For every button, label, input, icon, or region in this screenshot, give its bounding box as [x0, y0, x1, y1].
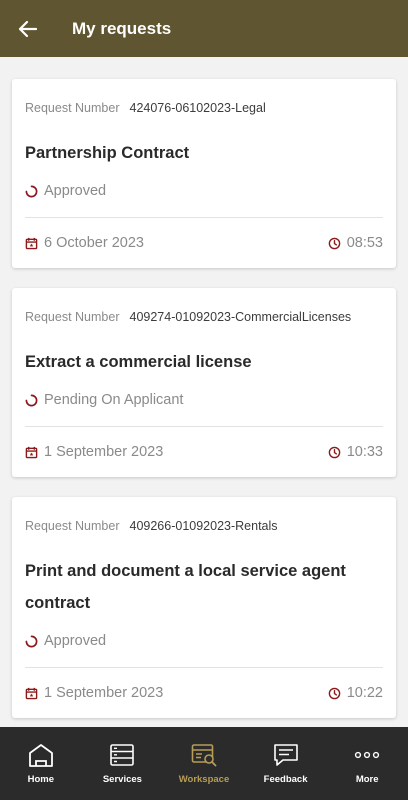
request-date: 6 October 2023	[25, 235, 144, 251]
request-title: Print and document a local service agent…	[25, 562, 346, 612]
services-icon	[110, 744, 135, 766]
app-bar: My requests	[0, 0, 408, 57]
workspace-icon	[191, 744, 217, 767]
status-spinner-icon	[25, 394, 38, 406]
request-title: Partnership Contract	[25, 144, 190, 162]
request-number: 424076-06102023-Legal	[129, 101, 266, 115]
clock-icon	[328, 446, 341, 458]
request-date: 1 September 2023	[25, 685, 163, 701]
request-status: Approved	[25, 173, 383, 209]
time-text: 10:22	[346, 685, 383, 701]
nav-label: Services	[102, 774, 142, 785]
feedback-icon	[273, 744, 298, 766]
request-number: 409266-01092023-Rentals	[129, 519, 278, 533]
request-time: 10:22	[328, 685, 383, 701]
nav-label: More	[355, 774, 379, 785]
nav-label: Feedback	[263, 774, 308, 785]
clock-icon	[328, 237, 341, 249]
request-number-label: Request Number	[25, 310, 120, 324]
calendar-icon	[25, 687, 38, 699]
status-text: Pending On Applicant	[44, 392, 184, 408]
request-number: 409274-01092023-CommercialLicenses	[129, 310, 352, 324]
nav-more[interactable]: More	[326, 727, 408, 800]
nav-workspace[interactable]: Workspace	[163, 727, 245, 800]
date-text: 1 September 2023	[44, 685, 164, 701]
nav-label: Home	[27, 774, 54, 785]
calendar-icon	[25, 237, 38, 249]
request-card[interactable]: Request Number 409266-01092023-Rentals P…	[12, 497, 396, 718]
request-status: Approved	[25, 623, 383, 659]
status-text: Approved	[44, 633, 107, 649]
request-status: Pending On Applicant	[25, 382, 383, 418]
back-button[interactable]	[0, 0, 56, 57]
request-time: 10:33	[328, 444, 383, 460]
request-title: Extract a commercial license	[25, 353, 252, 371]
request-number-label: Request Number	[25, 519, 120, 533]
nav-label: Workspace	[178, 774, 230, 785]
request-time: 08:53	[328, 235, 383, 251]
request-card[interactable]: Request Number 424076-06102023-Legal Par…	[12, 79, 396, 268]
home-icon	[28, 744, 53, 767]
request-date: 1 September 2023	[25, 444, 163, 460]
date-text: 6 October 2023	[44, 235, 144, 251]
more-icon	[355, 751, 380, 759]
calendar-icon	[25, 446, 38, 458]
status-spinner-icon	[25, 185, 38, 197]
requests-list[interactable]: Request Number 424076-06102023-Legal Par…	[0, 57, 408, 727]
time-text: 08:53	[346, 235, 383, 251]
page-title: My requests	[72, 18, 172, 38]
arrow-left-icon	[18, 20, 38, 37]
request-card[interactable]: Request Number 409274-01092023-Commercia…	[12, 288, 396, 477]
status-spinner-icon	[25, 635, 38, 647]
clock-icon	[328, 687, 341, 699]
request-number-label: Request Number	[25, 101, 120, 115]
nav-home[interactable]: Home	[0, 727, 82, 800]
nav-feedback[interactable]: Feedback	[245, 727, 327, 800]
bottom-navigation: Home Services Workspace Feedback More	[0, 727, 408, 800]
date-text: 1 September 2023	[44, 444, 164, 460]
status-text: Approved	[44, 183, 107, 199]
nav-services[interactable]: Services	[82, 727, 164, 800]
time-text: 10:33	[346, 444, 383, 460]
